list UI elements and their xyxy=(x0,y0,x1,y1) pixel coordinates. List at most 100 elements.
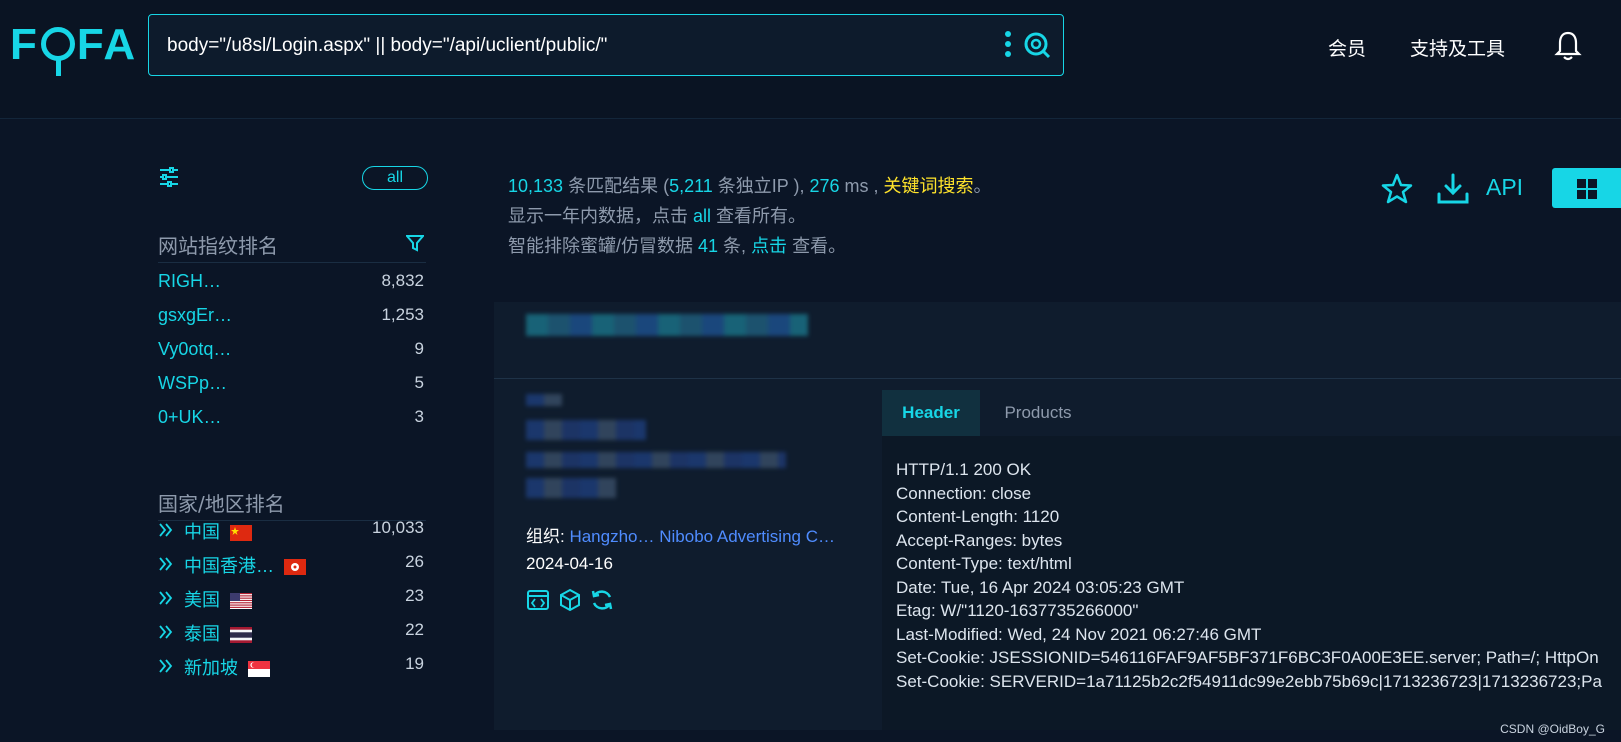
header-line: Set-Cookie: JSESSIONID=546116FAF9AF5BF37… xyxy=(896,648,1599,667)
fingerprint-name[interactable]: Vy0otq… xyxy=(158,339,231,360)
fingerprint-item[interactable]: WSPp… 5 xyxy=(158,373,424,399)
tab-products[interactable]: Products xyxy=(998,390,1078,436)
all-button[interactable]: all xyxy=(362,166,428,190)
double-chevron-right-icon xyxy=(159,523,173,537)
redacted-ip xyxy=(526,394,562,406)
nav-tools[interactable]: 支持及工具 xyxy=(1410,34,1505,61)
summary-text: 查看。 xyxy=(787,236,847,256)
tab-header[interactable]: Header xyxy=(882,390,980,438)
header-line: HTTP/1.1 200 OK xyxy=(896,460,1032,479)
fingerprint-count: 8,832 xyxy=(381,271,424,290)
country-name[interactable]: 新加坡 xyxy=(184,654,270,680)
double-chevron-right-icon xyxy=(159,557,173,571)
fofa-logo[interactable]: F FA xyxy=(10,20,137,77)
double-chevron-right-icon xyxy=(159,591,173,605)
keyword-search-link[interactable]: 关键词搜索 xyxy=(884,176,974,196)
download-icon[interactable] xyxy=(1436,172,1470,206)
time-ms: 276 xyxy=(809,176,840,196)
country-item[interactable]: 美国 23 xyxy=(158,586,424,612)
country-count: 23 xyxy=(405,586,424,605)
country-name[interactable]: 泰国 xyxy=(184,620,252,646)
summary-text: 条独立IP ), xyxy=(712,176,810,196)
fingerprint-name[interactable]: WSPp… xyxy=(158,373,227,394)
header-line: Connection: close xyxy=(896,483,1032,503)
redacted-host xyxy=(526,314,808,336)
summary-text: 。 xyxy=(973,176,992,196)
code-icon[interactable] xyxy=(526,588,550,612)
fingerprint-rank-title: 网站指纹排名 xyxy=(158,234,278,258)
refresh-icon[interactable] xyxy=(590,588,614,612)
fingerprint-item[interactable]: gsxgEr… 1,253 xyxy=(158,305,424,331)
http-header-panel: HTTP/1.1 200 OK Connection: close Content-… xyxy=(882,436,1621,730)
flag-icon-th xyxy=(230,627,252,644)
flag-icon-sg xyxy=(248,661,270,678)
country-item[interactable]: 中国香港… 26 xyxy=(158,552,424,578)
star-icon[interactable] xyxy=(1380,172,1414,206)
header-line: Content-Type: text/html xyxy=(896,554,1072,573)
summary-text: ms , xyxy=(839,176,884,196)
view-all-link[interactable]: all xyxy=(693,206,711,226)
country-item[interactable]: 中国 10,033 xyxy=(158,518,424,544)
honeypot-view-link[interactable]: 点击 xyxy=(751,236,787,256)
fingerprint-count: 3 xyxy=(414,407,424,426)
fingerprint-count: 9 xyxy=(414,339,424,358)
country-count: 26 xyxy=(405,552,424,571)
fingerprint-name[interactable]: 0+UK… xyxy=(158,407,222,428)
header-line: Set-Cookie: SERVERID=1a71125b2c2f54911dc… xyxy=(896,671,1602,691)
country-rank-title: 国家/地区排名 xyxy=(158,492,285,516)
result-card-header xyxy=(494,302,1621,379)
flag-icon-us xyxy=(230,593,252,610)
grid-view-button[interactable] xyxy=(1552,168,1621,208)
country-name[interactable]: 中国香港… xyxy=(184,552,306,578)
country-count: 22 xyxy=(405,620,424,639)
api-link[interactable]: API xyxy=(1486,174,1523,201)
search-input[interactable] xyxy=(165,29,949,63)
redacted-location xyxy=(526,452,786,468)
fingerprint-count: 1,253 xyxy=(381,305,424,324)
header-line: Date: Tue, 16 Apr 2024 03:05:23 GMT xyxy=(896,577,1185,597)
org-label: 组织: xyxy=(526,527,570,546)
honeypot-count: 41 xyxy=(698,236,719,256)
header-line: Content-Length: 1120 xyxy=(896,507,1060,526)
fingerprint-item[interactable]: Vy0otq… 9 xyxy=(158,339,424,365)
summary-text: 显示一年内数据，点击 xyxy=(508,206,693,226)
org-value[interactable]: Hangzho… Nibobo Advertising C… xyxy=(569,527,835,546)
more-options-icon[interactable] xyxy=(1005,31,1011,59)
total-count: 10,133 xyxy=(508,176,564,196)
summary-text: 条, xyxy=(718,236,752,256)
divider xyxy=(158,262,426,263)
grid-icon xyxy=(1577,179,1597,199)
country-name[interactable]: 中国 xyxy=(184,518,252,544)
fingerprint-item[interactable]: RIGH… 8,832 xyxy=(158,271,424,297)
cube-icon[interactable] xyxy=(558,588,582,612)
search-icon[interactable] xyxy=(1023,31,1051,59)
country-name[interactable]: 美国 xyxy=(184,586,252,612)
header-line: Last-Modified: Wed, 24 Nov 2021 06:27:46… xyxy=(896,624,1262,644)
redacted-port xyxy=(526,420,646,440)
fingerprint-name[interactable]: gsxgEr… xyxy=(158,305,232,326)
nav-member[interactable]: 会员 xyxy=(1328,34,1366,61)
summary-text: 智能排除蜜罐/仿冒数据 xyxy=(508,236,699,256)
fingerprint-item[interactable]: 0+UK… 3 xyxy=(158,407,424,433)
organization: 组织: Hangzho… Nibobo Advertising C… xyxy=(526,522,835,547)
funnel-icon[interactable] xyxy=(406,234,424,252)
country-count: 10,033 xyxy=(372,518,424,537)
redacted-asn xyxy=(526,478,616,498)
double-chevron-right-icon xyxy=(159,659,173,673)
fingerprint-name[interactable]: RIGH… xyxy=(158,271,221,292)
summary-text: 查看所有。 xyxy=(711,206,807,226)
country-item[interactable]: 泰国 22 xyxy=(158,620,424,646)
bell-icon[interactable] xyxy=(1554,30,1582,62)
country-item[interactable]: 新加坡 19 xyxy=(158,654,424,680)
flag-icon-hk xyxy=(284,559,306,576)
summary-text: 条匹配结果 ( xyxy=(563,176,670,196)
result-date: 2024-04-16 xyxy=(526,554,613,573)
double-chevron-right-icon xyxy=(159,625,173,639)
ip-count: 5,211 xyxy=(669,176,713,196)
settings-sliders-icon[interactable] xyxy=(158,166,180,188)
top-bar: FFA 会员 支持及工具 xyxy=(0,0,1621,119)
flag-icon-cn xyxy=(230,525,252,542)
search-box xyxy=(148,14,1064,76)
header-line: Accept-Ranges: bytes xyxy=(896,530,1063,550)
fingerprint-count: 5 xyxy=(414,373,424,392)
